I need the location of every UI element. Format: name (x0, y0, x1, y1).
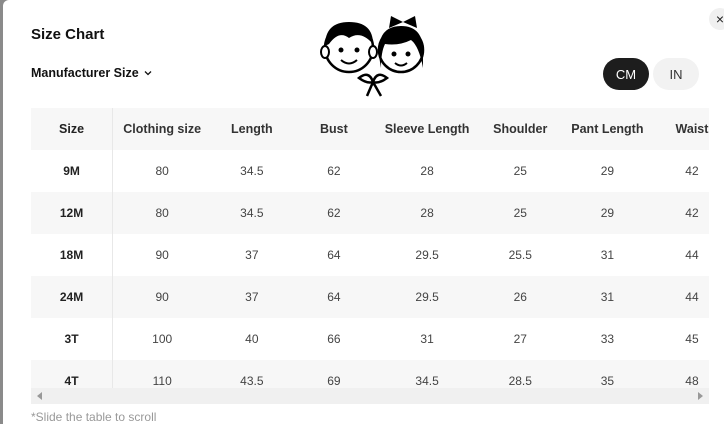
size-cell: 24M (31, 276, 114, 318)
table-cell: 100 (152, 332, 173, 346)
header-length: Length (211, 108, 293, 150)
size-cell: 9M (31, 150, 114, 192)
kids-logo (320, 16, 425, 97)
size-table-container[interactable]: Size Clothing size Length Bust Sleeve Le… (31, 108, 709, 388)
manufacturer-size-dropdown[interactable]: Manufacturer Size (31, 66, 153, 80)
table-cell: 31 (561, 276, 653, 318)
close-button[interactable]: × (709, 8, 724, 30)
header-size: Size (31, 108, 114, 150)
table-cell: 62 (292, 192, 376, 234)
table-cell: 40 (245, 332, 259, 346)
table-cell: 66 (327, 332, 341, 346)
manufacturer-size-label: Manufacturer Size (31, 66, 139, 80)
header-waist: Waist (652, 108, 709, 150)
table-row: 4T 110 43.5 69 34.5 28.5 35 48 (31, 360, 709, 388)
table-cell: 33 (600, 332, 615, 346)
table-cell: 29 (600, 164, 615, 178)
chevron-down-icon (144, 71, 152, 76)
table-cell: 26 (478, 276, 562, 318)
table-cell: 37 (245, 248, 259, 262)
size-chart-modal: Size Chart Manufacturer Size × CM IN Siz… (3, 0, 724, 424)
table-cell: 64 (327, 248, 341, 262)
table-cell: 110 (112, 360, 212, 388)
table-cell: 25 (513, 164, 527, 178)
table-cell: 48 (652, 360, 709, 388)
table-cell: 45 (685, 332, 699, 346)
table-row: 18M 90 37 64 29.5 25.5 31 44 (31, 234, 709, 276)
table-row: 3T 100 40 66 31 27 33 45 (31, 318, 709, 360)
table-cell: 62 (327, 164, 341, 178)
header-clothing-size: Clothing size (112, 108, 212, 150)
table-cell: 43.5 (211, 360, 293, 388)
table-cell: 25.5 (508, 248, 532, 262)
header-shoulder: Shoulder (478, 108, 562, 150)
table-cell: 64 (292, 276, 376, 318)
table-cell: 28 (420, 164, 434, 178)
table-cell: 44 (652, 276, 709, 318)
table-cell: 90 (155, 248, 169, 262)
table-cell: 69 (292, 360, 376, 388)
close-icon: × (715, 11, 724, 27)
table-cell: 27 (513, 332, 527, 346)
size-cell: 18M (31, 234, 114, 276)
table-cell: 42 (652, 192, 709, 234)
table-cell: 28.5 (478, 360, 562, 388)
table-cell: 29.5 (375, 276, 479, 318)
table-cell: 34.5 (375, 360, 479, 388)
scroll-right-icon[interactable] (698, 392, 703, 400)
table-cell: 34.5 (211, 192, 293, 234)
table-cell: 90 (112, 276, 212, 318)
scroll-left-icon[interactable] (37, 392, 42, 400)
table-cell: 28 (375, 192, 479, 234)
table-cell: 42 (685, 164, 699, 178)
table-cell: 37 (211, 276, 293, 318)
table-cell: 80 (155, 164, 169, 178)
table-cell: 34.5 (240, 164, 264, 178)
unit-cm-button[interactable]: CM (603, 58, 649, 90)
size-cell: 3T (31, 318, 114, 360)
table-cell: 31 (600, 248, 615, 262)
scroll-note: *Slide the table to scroll (31, 410, 157, 424)
table-row: 24M 90 37 64 29.5 26 31 44 (31, 276, 709, 318)
modal-title: Size Chart (31, 26, 105, 43)
size-cell: 4T (31, 360, 114, 388)
horizontal-scrollbar[interactable] (31, 388, 709, 404)
table-cell: 31 (420, 332, 434, 346)
header-sleeve-length: Sleeve Length (375, 108, 479, 150)
table-header-row: Size Clothing size Length Bust Sleeve Le… (31, 108, 709, 150)
table-cell: 80 (112, 192, 212, 234)
unit-in-button[interactable]: IN (653, 58, 699, 90)
table-cell: 29.5 (415, 248, 439, 262)
table-cell: 44 (685, 248, 699, 262)
table-cell: 29 (561, 192, 653, 234)
size-cell: 12M (31, 192, 114, 234)
header-pant-length: Pant Length (561, 108, 653, 150)
table-cell: 35 (561, 360, 653, 388)
size-table: Size Clothing size Length Bust Sleeve Le… (31, 108, 709, 388)
unit-toggle: CM IN (603, 58, 699, 90)
header-bust: Bust (292, 108, 376, 150)
table-row: 9M 80 34.5 62 28 25 29 42 (31, 150, 709, 192)
table-cell: 25 (478, 192, 562, 234)
table-row: 12M 80 34.5 62 28 25 29 42 (31, 192, 709, 234)
